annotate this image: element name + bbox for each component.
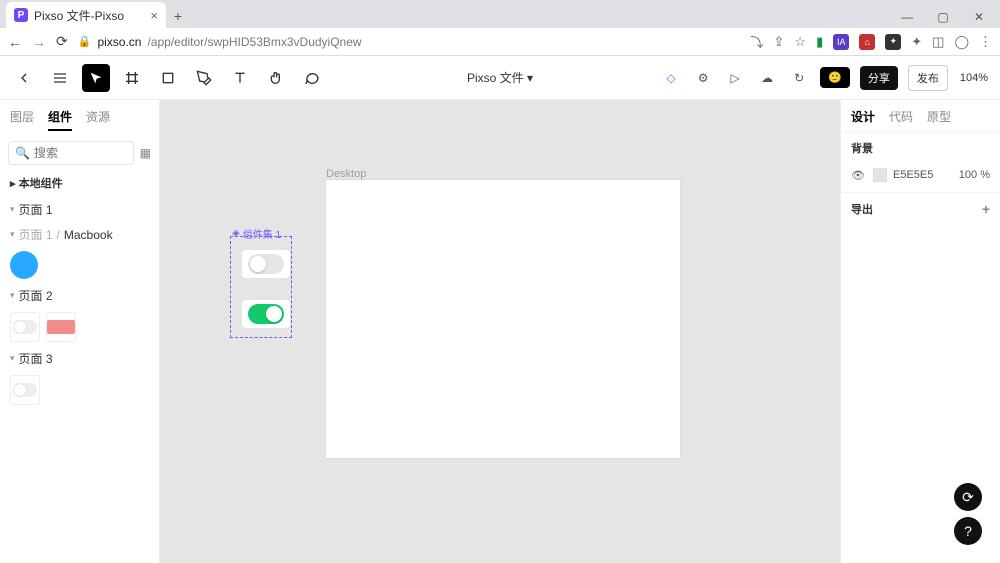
share-button[interactable]: 分享 bbox=[860, 66, 898, 90]
grid-view-icon[interactable]: ▦ bbox=[140, 146, 151, 160]
document-title[interactable]: Pixso 文件 ▾ bbox=[467, 69, 533, 86]
visibility-icon[interactable]: 👁 bbox=[851, 169, 867, 182]
new-tab-button[interactable]: + bbox=[166, 4, 190, 28]
search-input[interactable] bbox=[34, 146, 127, 160]
page-1-macbook-item[interactable]: ▾页面 1 / Macbook bbox=[0, 222, 159, 247]
bookmark-icon[interactable]: ☆ bbox=[794, 34, 806, 50]
pen-tool[interactable] bbox=[190, 64, 218, 92]
frame-tool[interactable] bbox=[118, 64, 146, 92]
tab-layers[interactable]: 图层 bbox=[10, 108, 34, 131]
artboard-desktop[interactable] bbox=[326, 180, 680, 458]
window-maximize-icon[interactable]: ▢ bbox=[926, 6, 960, 28]
history-icon[interactable]: ↻ bbox=[788, 67, 810, 89]
avatar-badge[interactable]: 🙂 bbox=[820, 67, 850, 88]
menu-button[interactable] bbox=[46, 64, 74, 92]
color-hex[interactable]: E5E5E5 bbox=[893, 169, 933, 181]
cloud-upload-icon[interactable]: ☁ bbox=[756, 67, 778, 89]
extension-badge-3[interactable]: ✦ bbox=[885, 34, 901, 50]
hand-tool[interactable] bbox=[262, 64, 290, 92]
extension-badge-1[interactable]: IA bbox=[833, 34, 849, 50]
diamond-icon[interactable]: ◇ bbox=[660, 67, 682, 89]
close-tab-icon[interactable]: × bbox=[150, 8, 158, 23]
history-fab[interactable]: ⟳ bbox=[954, 483, 982, 511]
canvas[interactable]: Desktop ◈ 组件集 1 bbox=[160, 100, 840, 563]
component-search[interactable]: 🔍 bbox=[8, 141, 134, 165]
url-path: /app/editor/swpHID53Bmx3vDudyiQnew bbox=[147, 35, 361, 49]
comment-tool[interactable] bbox=[298, 64, 326, 92]
switch-off-instance[interactable] bbox=[242, 250, 290, 278]
background-fill-row[interactable]: 👁 E5E5E5 100 % bbox=[841, 164, 1000, 192]
thumb-circle[interactable] bbox=[10, 251, 38, 279]
browser-tabbar: P Pixso 文件-Pixso × + — ▢ ✕ bbox=[0, 0, 1000, 28]
install-app-icon[interactable]: ⤵ bbox=[751, 32, 764, 51]
switch-on-instance[interactable] bbox=[242, 300, 290, 328]
share-url-icon[interactable]: ⇪ bbox=[774, 34, 785, 50]
thumb-switch[interactable] bbox=[10, 312, 40, 342]
left-panel-tabs: 图层 组件 资源 bbox=[0, 100, 159, 137]
window-close-icon[interactable]: ✕ bbox=[962, 6, 996, 28]
nav-back-icon[interactable]: ← bbox=[8, 34, 22, 50]
tab-prototype[interactable]: 原型 bbox=[927, 108, 951, 125]
page-1-item[interactable]: ▾页面 1 bbox=[0, 197, 159, 222]
window-minimize-icon[interactable]: — bbox=[890, 6, 924, 28]
extension-badge-2[interactable]: ⌂ bbox=[859, 34, 875, 50]
tab-code[interactable]: 代码 bbox=[889, 108, 913, 125]
browser-menu-icon[interactable]: ⋮ bbox=[979, 34, 992, 50]
window-controls: — ▢ ✕ bbox=[890, 6, 1000, 28]
pixso-favicon: P bbox=[14, 8, 28, 22]
play-icon[interactable]: ▷ bbox=[724, 67, 746, 89]
url-host: pixso.cn bbox=[97, 35, 141, 49]
lock-icon: 🔒 bbox=[78, 35, 92, 48]
browser-tab[interactable]: P Pixso 文件-Pixso × bbox=[6, 2, 166, 28]
add-export-icon[interactable]: + bbox=[982, 201, 990, 217]
plugins-icon[interactable]: ⚙ bbox=[692, 67, 714, 89]
side-panel-icon[interactable]: ◫ bbox=[932, 34, 944, 50]
left-panel: 图层 组件 资源 🔍 ▦ ▸ 本地组件 ▾页面 1 ▾页面 1 / Macboo… bbox=[0, 100, 160, 563]
tab-design[interactable]: 设计 bbox=[851, 108, 875, 125]
browser-address-bar: ← → ⟳ 🔒 pixso.cn/app/editor/swpHID53Bmx3… bbox=[0, 28, 1000, 56]
publish-button[interactable]: 发布 bbox=[908, 65, 948, 91]
tab-resources[interactable]: 资源 bbox=[86, 108, 110, 131]
thumb-red[interactable] bbox=[46, 312, 76, 342]
search-icon: 🔍 bbox=[15, 146, 30, 160]
help-fab[interactable]: ? bbox=[954, 517, 982, 545]
address-actions: ⤵ ⇪ ☆ ▮ IA ⌂ ✦ ✦ ◫ ◯ ⋮ bbox=[751, 32, 993, 51]
component-search-row: 🔍 ▦ bbox=[0, 137, 159, 169]
frame-label[interactable]: Desktop bbox=[326, 168, 366, 180]
text-tool[interactable] bbox=[226, 64, 254, 92]
url-field[interactable]: 🔒 pixso.cn/app/editor/swpHID53Bmx3vDudyi… bbox=[78, 35, 741, 49]
app-toolbar: Pixso 文件 ▾ ◇ ⚙ ▷ ☁ ↻ 🙂 分享 发布 104% bbox=[0, 56, 1000, 100]
pixso-app: Pixso 文件 ▾ ◇ ⚙ ▷ ☁ ↻ 🙂 分享 发布 104% 图层 组件 … bbox=[0, 56, 1000, 563]
color-swatch[interactable] bbox=[873, 168, 887, 182]
background-section: 背景 bbox=[841, 131, 1000, 164]
color-opacity[interactable]: 100 % bbox=[959, 169, 990, 181]
nav-reload-icon[interactable]: ⟳ bbox=[56, 33, 68, 50]
profile-avatar-icon[interactable]: ◯ bbox=[954, 34, 969, 50]
back-button[interactable] bbox=[10, 64, 38, 92]
page-2-item[interactable]: ▾页面 2 bbox=[0, 283, 159, 308]
nav-forward-icon[interactable]: → bbox=[32, 34, 46, 50]
right-panel-tabs: 设计 代码 原型 bbox=[841, 100, 1000, 131]
tab-components[interactable]: 组件 bbox=[48, 108, 72, 131]
thumb-switch-2[interactable] bbox=[10, 375, 40, 405]
extension-green-icon[interactable]: ▮ bbox=[816, 34, 823, 50]
shape-tool[interactable] bbox=[154, 64, 182, 92]
local-components-header: ▸ 本地组件 bbox=[0, 169, 159, 197]
tab-title: Pixso 文件-Pixso bbox=[34, 7, 124, 24]
extensions-puzzle-icon[interactable]: ✦ bbox=[911, 34, 922, 50]
caret-icon: ▸ bbox=[10, 178, 19, 190]
page-3-item[interactable]: ▾页面 3 bbox=[0, 346, 159, 371]
export-section: 导出 + bbox=[841, 192, 1000, 225]
move-tool[interactable] bbox=[82, 64, 110, 92]
zoom-level[interactable]: 104% bbox=[958, 72, 990, 84]
